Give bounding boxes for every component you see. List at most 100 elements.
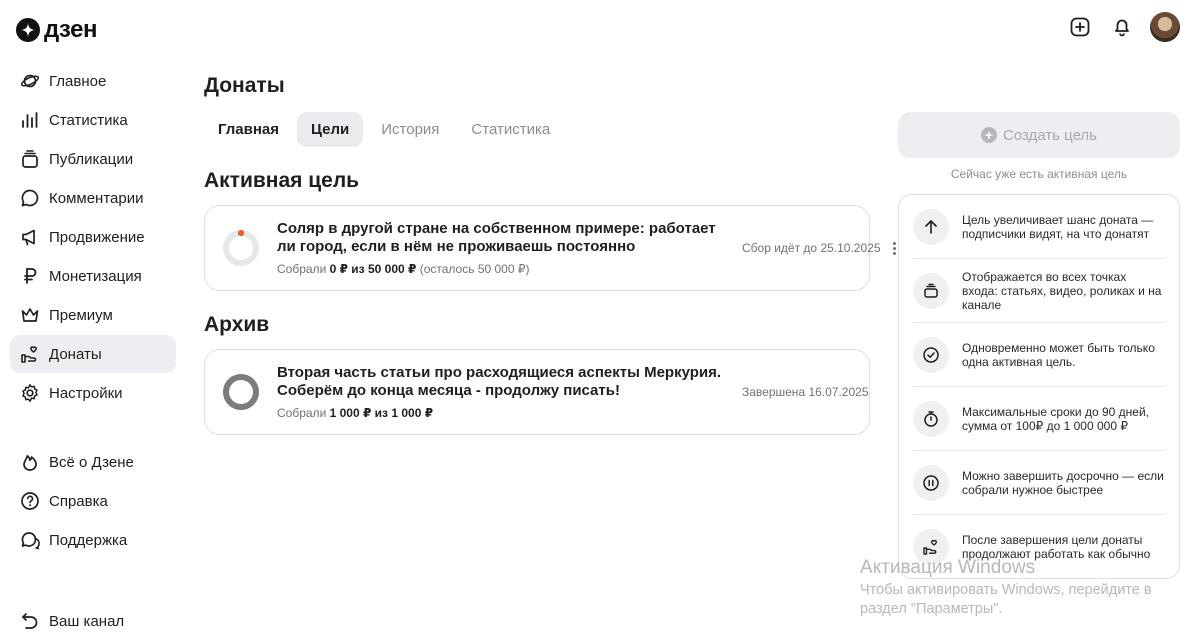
- help-icon: [20, 491, 40, 511]
- create-goal-button[interactable]: + Создать цель: [898, 112, 1180, 158]
- sidebar-item-donations[interactable]: Донаты: [10, 335, 176, 373]
- sidebar-bottom: Ваш канал: [10, 602, 176, 638]
- bell-icon[interactable]: [1108, 13, 1136, 41]
- goal-title: Соляр в другой стране на собственном при…: [277, 220, 716, 255]
- archive-goal-card[interactable]: Вторая часть статьи про расходящиеся асп…: [204, 349, 870, 435]
- tab-goals[interactable]: Цели: [297, 112, 364, 147]
- sidebar-item-label: Донаты: [49, 345, 102, 363]
- megaphone-icon: [20, 227, 40, 247]
- sidebar-item-label: Публикации: [49, 150, 134, 168]
- planet-icon: [20, 71, 40, 91]
- page-title: Донаты: [204, 74, 285, 97]
- plus-circle-icon: +: [980, 127, 997, 143]
- ruble-icon: [20, 266, 40, 286]
- active-goal-heading: Активная цель: [204, 169, 360, 192]
- tab-main[interactable]: Главная: [204, 112, 293, 147]
- info-list: Цель увеличивает шанс доната — подписчик…: [898, 194, 1180, 579]
- info-text: Цель увеличивает шанс доната — подписчик…: [962, 212, 1154, 241]
- main-content: Донаты Главная Цели История Статистика А…: [204, 74, 896, 435]
- info-item: Максимальные сроки до 90 дней, сумма от …: [913, 387, 1165, 451]
- goal-status: Завершена 16.07.2025: [742, 385, 869, 399]
- sidebar-item-label: Комментарии: [49, 189, 144, 207]
- info-item: Можно завершить досрочно — если собрали …: [913, 451, 1165, 515]
- active-goal-card[interactable]: Соляр в другой стране на собственном при…: [204, 205, 896, 291]
- stack-icon: [20, 149, 40, 169]
- sidebar-item-about-dzen[interactable]: Всё о Дзене: [10, 443, 176, 481]
- info-item: После завершения цели донаты продолжают …: [913, 515, 1165, 578]
- info-item: Отображается во всех точках входа: стать…: [913, 259, 1165, 323]
- logo-text: дзен: [44, 16, 97, 43]
- info-item: Одновременно может быть только одна акти…: [913, 323, 1165, 387]
- goal-status: Сбор идёт до 25.10.2025: [742, 241, 881, 255]
- sidebar: Главное Статистика Публикации Комментари…: [10, 62, 176, 560]
- goal-title: Вторая часть статьи про расходящиеся асп…: [277, 364, 722, 399]
- tab-history[interactable]: История: [367, 112, 453, 147]
- archive-heading: Архив: [204, 313, 270, 336]
- add-content-icon[interactable]: [1066, 13, 1094, 41]
- watermark-subtitle: Чтобы активировать Windows, перейдите в …: [860, 582, 1152, 617]
- dzen-star-icon: [16, 18, 40, 42]
- sidebar-item-label: Справка: [49, 492, 108, 510]
- support-chat-icon: [20, 530, 40, 550]
- sidebar-divider: [20, 429, 176, 430]
- info-text: Отображается во всех точках входа: стать…: [962, 269, 1162, 312]
- top-actions: [1066, 12, 1180, 42]
- info-text: Максимальные сроки до 90 дней, сумма от …: [962, 404, 1149, 433]
- goal-info-panel: + Создать цель Сейчас уже есть активная …: [898, 112, 1180, 579]
- collected-label: Собрали: [277, 406, 327, 420]
- layers-icon: [913, 272, 949, 309]
- info-text: После завершения цели донаты продолжают …: [962, 533, 1151, 561]
- donate-hand-icon: [913, 529, 949, 565]
- sidebar-item-label: Статистика: [49, 111, 128, 129]
- check-circle-icon: [913, 336, 949, 373]
- sidebar-item-statistics[interactable]: Статистика: [10, 101, 176, 139]
- stopwatch-icon: [913, 400, 949, 437]
- goal-progress-text: Собрали 0 ₽ из 50 000 ₽ (осталось 50 000…: [277, 262, 732, 276]
- chat-bubble-icon: [20, 188, 40, 208]
- crown-icon: [20, 305, 40, 325]
- create-goal-note: Сейчас уже есть активная цель: [950, 167, 1128, 181]
- sidebar-item-label: Премиум: [49, 306, 113, 324]
- sidebar-item-premium[interactable]: Премиум: [10, 296, 176, 334]
- sidebar-item-settings[interactable]: Настройки: [10, 374, 176, 412]
- goal-progress-text: Собрали 1 000 ₽ из 1 000 ₽: [277, 406, 732, 420]
- donate-hand-icon: [20, 344, 40, 364]
- tab-statistics[interactable]: Статистика: [457, 112, 564, 147]
- info-text: Можно завершить досрочно — если собрали …: [962, 468, 1164, 497]
- sidebar-item-label: Ваш канал: [49, 612, 125, 630]
- sidebar-item-publications[interactable]: Публикации: [10, 140, 176, 178]
- collected-value: 1 000 ₽ из 1 000 ₽: [329, 406, 434, 420]
- goal-body: Соляр в другой стране на собственном при…: [277, 220, 732, 276]
- sidebar-item-label: Продвижение: [49, 228, 145, 246]
- sidebar-item-support[interactable]: Поддержка: [10, 521, 176, 559]
- arrow-up-icon: [913, 208, 949, 245]
- sidebar-item-help[interactable]: Справка: [10, 482, 176, 520]
- more-options-icon[interactable]: [892, 238, 896, 258]
- pause-circle-icon: [913, 464, 949, 501]
- collected-value: 0 ₽ из 50 000 ₽: [329, 262, 417, 276]
- sidebar-item-your-channel[interactable]: Ваш канал: [10, 602, 176, 638]
- flame-icon: [20, 452, 40, 472]
- remaining-text: (осталось 50 000 ₽): [419, 262, 530, 276]
- back-arrow-icon: [20, 611, 40, 631]
- sidebar-item-label: Всё о Дзене: [49, 453, 134, 471]
- goal-body: Вторая часть статьи про расходящиеся асп…: [277, 364, 732, 420]
- sidebar-item-monetization[interactable]: Монетизация: [10, 257, 176, 295]
- collected-label: Собрали: [277, 262, 327, 276]
- progress-ring: [221, 228, 261, 268]
- gear-icon: [20, 383, 40, 403]
- create-goal-label: Создать цель: [1002, 126, 1097, 144]
- tabs: Главная Цели История Статистика: [204, 112, 870, 147]
- sidebar-item-label: Главное: [49, 72, 107, 90]
- info-item: Цель увеличивает шанс доната — подписчик…: [913, 195, 1165, 259]
- sidebar-item-main[interactable]: Главное: [10, 62, 176, 100]
- sidebar-item-label: Монетизация: [49, 267, 142, 285]
- sidebar-item-label: Настройки: [49, 384, 123, 402]
- avatar[interactable]: [1150, 12, 1180, 42]
- sidebar-item-promotion[interactable]: Продвижение: [10, 218, 176, 256]
- info-text: Одновременно может быть только одна акти…: [962, 340, 1155, 369]
- sidebar-item-comments[interactable]: Комментарии: [10, 179, 176, 217]
- logo[interactable]: дзен: [16, 16, 97, 44]
- bar-chart-icon: [20, 110, 40, 130]
- progress-ring: [221, 372, 261, 412]
